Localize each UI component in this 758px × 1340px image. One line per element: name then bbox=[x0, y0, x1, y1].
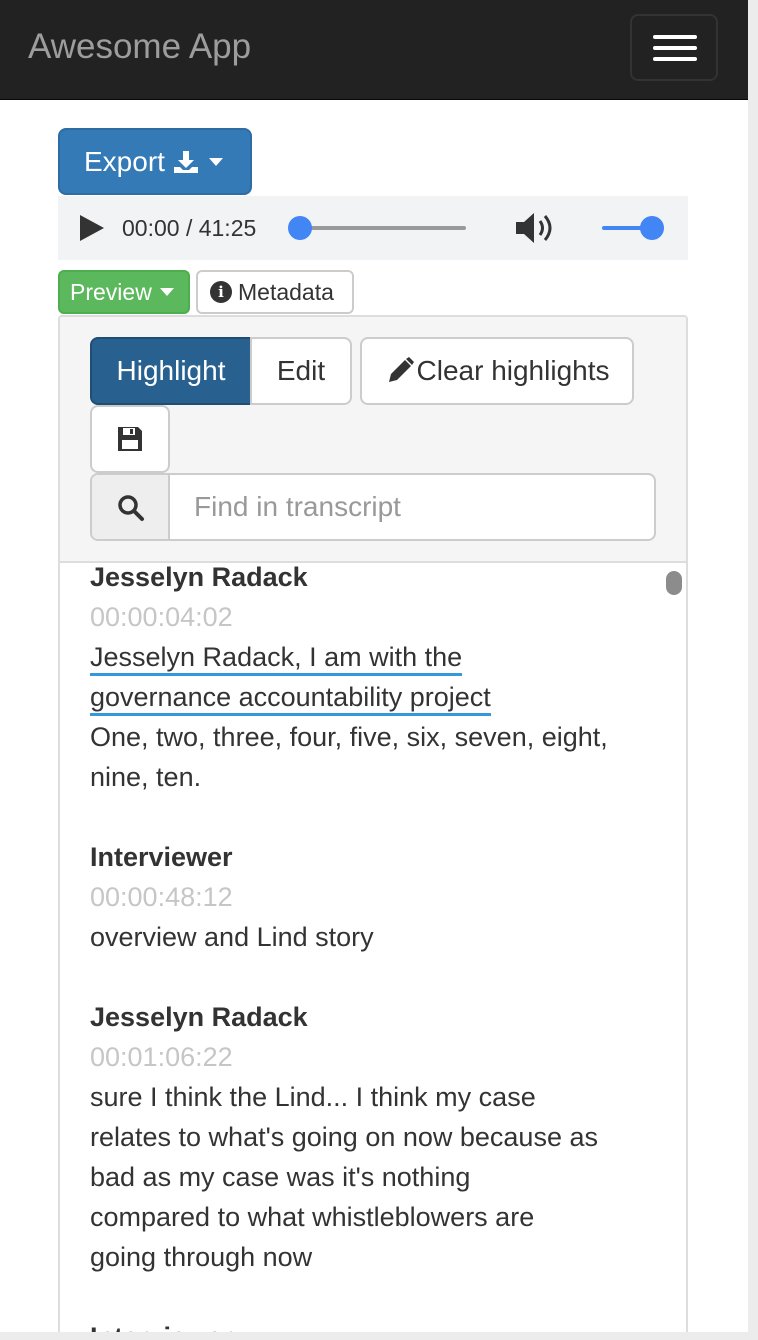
viewport: Awesome App Export 00:00 / 41:25 Preview bbox=[0, 0, 748, 1332]
transcript-list: Jesselyn Radack 00:00:04:02 Jesselyn Radac… bbox=[90, 557, 650, 1332]
volume-icon[interactable] bbox=[514, 210, 558, 246]
transcript-line[interactable]: sure I think the Lind... I think my case bbox=[90, 1077, 650, 1117]
floppy-disk-icon bbox=[118, 427, 142, 451]
hamburger-icon bbox=[653, 35, 697, 39]
scrollbar-thumb[interactable] bbox=[666, 571, 682, 595]
transcript-panel: Highlight Edit Clear highlights Find in … bbox=[58, 315, 688, 1332]
metadata-button[interactable]: i Metadata bbox=[196, 270, 354, 314]
chevron-down-icon bbox=[208, 157, 223, 166]
navbar: Awesome App bbox=[0, 0, 748, 100]
transcript-segment: Jesselyn Radack 00:01:06:22 sure I think t… bbox=[90, 997, 650, 1277]
segment-timestamp[interactable]: 00:01:06:22 bbox=[90, 1037, 650, 1077]
menu-toggle-button[interactable] bbox=[630, 14, 718, 81]
volume-slider-thumb[interactable] bbox=[640, 216, 664, 240]
transcript-line[interactable]: relates to what's going on now because a… bbox=[90, 1117, 650, 1157]
segment-timestamp[interactable]: 00:00:04:02 bbox=[90, 597, 650, 637]
transcript-line[interactable]: bad as my case was it's nothing bbox=[90, 1157, 650, 1197]
transcript-line[interactable]: overview and Lind story bbox=[90, 917, 650, 957]
transcript-line[interactable]: One, two, three, four, five, six, seven,… bbox=[90, 717, 650, 757]
search-icon bbox=[118, 495, 144, 521]
transcript-line[interactable]: compared to what whistleblowers are bbox=[90, 1197, 650, 1237]
export-button[interactable]: Export bbox=[58, 128, 252, 195]
speaker-name: Jesselyn Radack bbox=[90, 562, 308, 592]
transcript-segment: Interviewer bbox=[90, 1317, 650, 1332]
clear-highlights-button[interactable]: Clear highlights bbox=[360, 337, 634, 405]
audio-player: 00:00 / 41:25 bbox=[58, 196, 688, 260]
play-icon[interactable] bbox=[80, 215, 104, 241]
transcript-segment: Jesselyn Radack 00:00:04:02 Jesselyn Radac… bbox=[90, 557, 650, 797]
info-icon: i bbox=[210, 281, 232, 303]
transcript-line-highlighted[interactable]: governance accountability project bbox=[90, 677, 650, 717]
edit-button[interactable]: Edit bbox=[250, 337, 352, 405]
preview-label: Preview bbox=[70, 278, 152, 305]
app-brand[interactable]: Awesome App bbox=[28, 27, 251, 67]
search-input[interactable] bbox=[172, 475, 654, 539]
playback-time: 00:00 / 41:25 bbox=[122, 215, 257, 241]
highlight-button[interactable]: Highlight bbox=[90, 337, 252, 405]
transcript-line[interactable]: nine, ten. bbox=[90, 757, 650, 797]
seek-slider[interactable] bbox=[298, 226, 466, 230]
speaker-name: Interviewer bbox=[90, 842, 233, 872]
chevron-down-icon bbox=[159, 288, 174, 296]
search-group bbox=[90, 473, 656, 541]
transcript-line[interactable]: going through now bbox=[90, 1237, 650, 1277]
hamburger-icon bbox=[653, 46, 697, 50]
page: Awesome App Export 00:00 / 41:25 Preview bbox=[0, 0, 758, 1340]
metadata-label: Metadata bbox=[238, 278, 334, 305]
editor-toolbar: Highlight Edit Clear highlights bbox=[60, 317, 686, 563]
preview-dropdown-button[interactable]: Preview bbox=[58, 270, 190, 314]
download-icon bbox=[173, 150, 198, 173]
export-label: Export bbox=[84, 146, 165, 177]
clear-highlights-label: Clear highlights bbox=[416, 355, 610, 386]
hamburger-icon bbox=[653, 57, 697, 61]
pencil-icon bbox=[388, 357, 414, 382]
transcript-segment: Interviewer 00:00:48:12 overview and Lind … bbox=[90, 837, 650, 957]
speaker-name: Interviewer bbox=[90, 1317, 650, 1332]
segment-timestamp[interactable]: 00:00:48:12 bbox=[90, 877, 650, 917]
highlight-mark: Jesselyn Radack, I am with the bbox=[90, 642, 463, 676]
speaker-name: Jesselyn Radack bbox=[90, 1002, 308, 1032]
save-button[interactable] bbox=[90, 405, 170, 473]
transcript-line-highlighted[interactable]: Jesselyn Radack, I am with the bbox=[90, 637, 650, 677]
seek-slider-thumb[interactable] bbox=[288, 216, 312, 240]
search-addon bbox=[92, 475, 170, 539]
highlight-mark: governance accountability project bbox=[90, 682, 491, 716]
